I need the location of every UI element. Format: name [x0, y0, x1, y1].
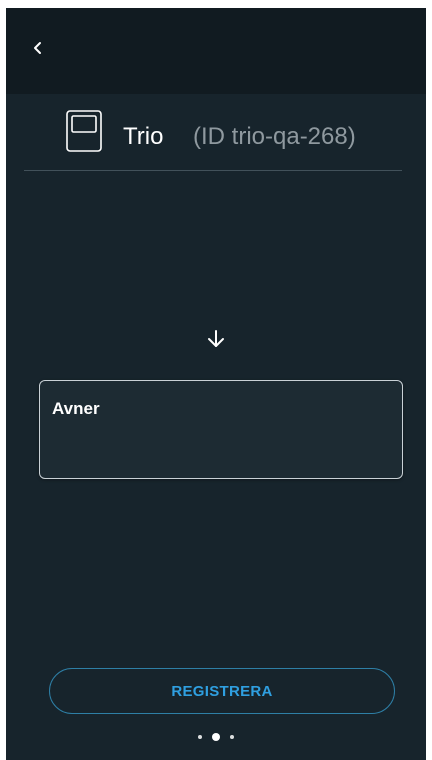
device-header: Trio (ID trio-qa-268) [6, 94, 426, 172]
device-name: Trio [123, 123, 164, 150]
arrow-down-icon [208, 330, 224, 347]
intercom-monitor-icon [66, 110, 102, 152]
top-app-bar [6, 8, 426, 94]
name-card-label: Avner [52, 399, 100, 418]
device-id: (ID trio-qa-268) [193, 123, 356, 150]
back-button[interactable] [24, 34, 52, 62]
chevron-left-icon [34, 42, 41, 54]
name-card[interactable]: Avner [39, 380, 403, 479]
page-indicator [6, 730, 426, 744]
register-button-label: REGISTRERA [171, 682, 273, 700]
page-dot[interactable] [198, 735, 202, 739]
page-dot-active[interactable] [212, 733, 220, 741]
header-divider [24, 170, 402, 171]
app-screen: Trio (ID trio-qa-268) Avner REGISTRERA [6, 8, 426, 760]
register-button[interactable]: REGISTRERA [49, 668, 395, 714]
page-dot[interactable] [230, 735, 234, 739]
